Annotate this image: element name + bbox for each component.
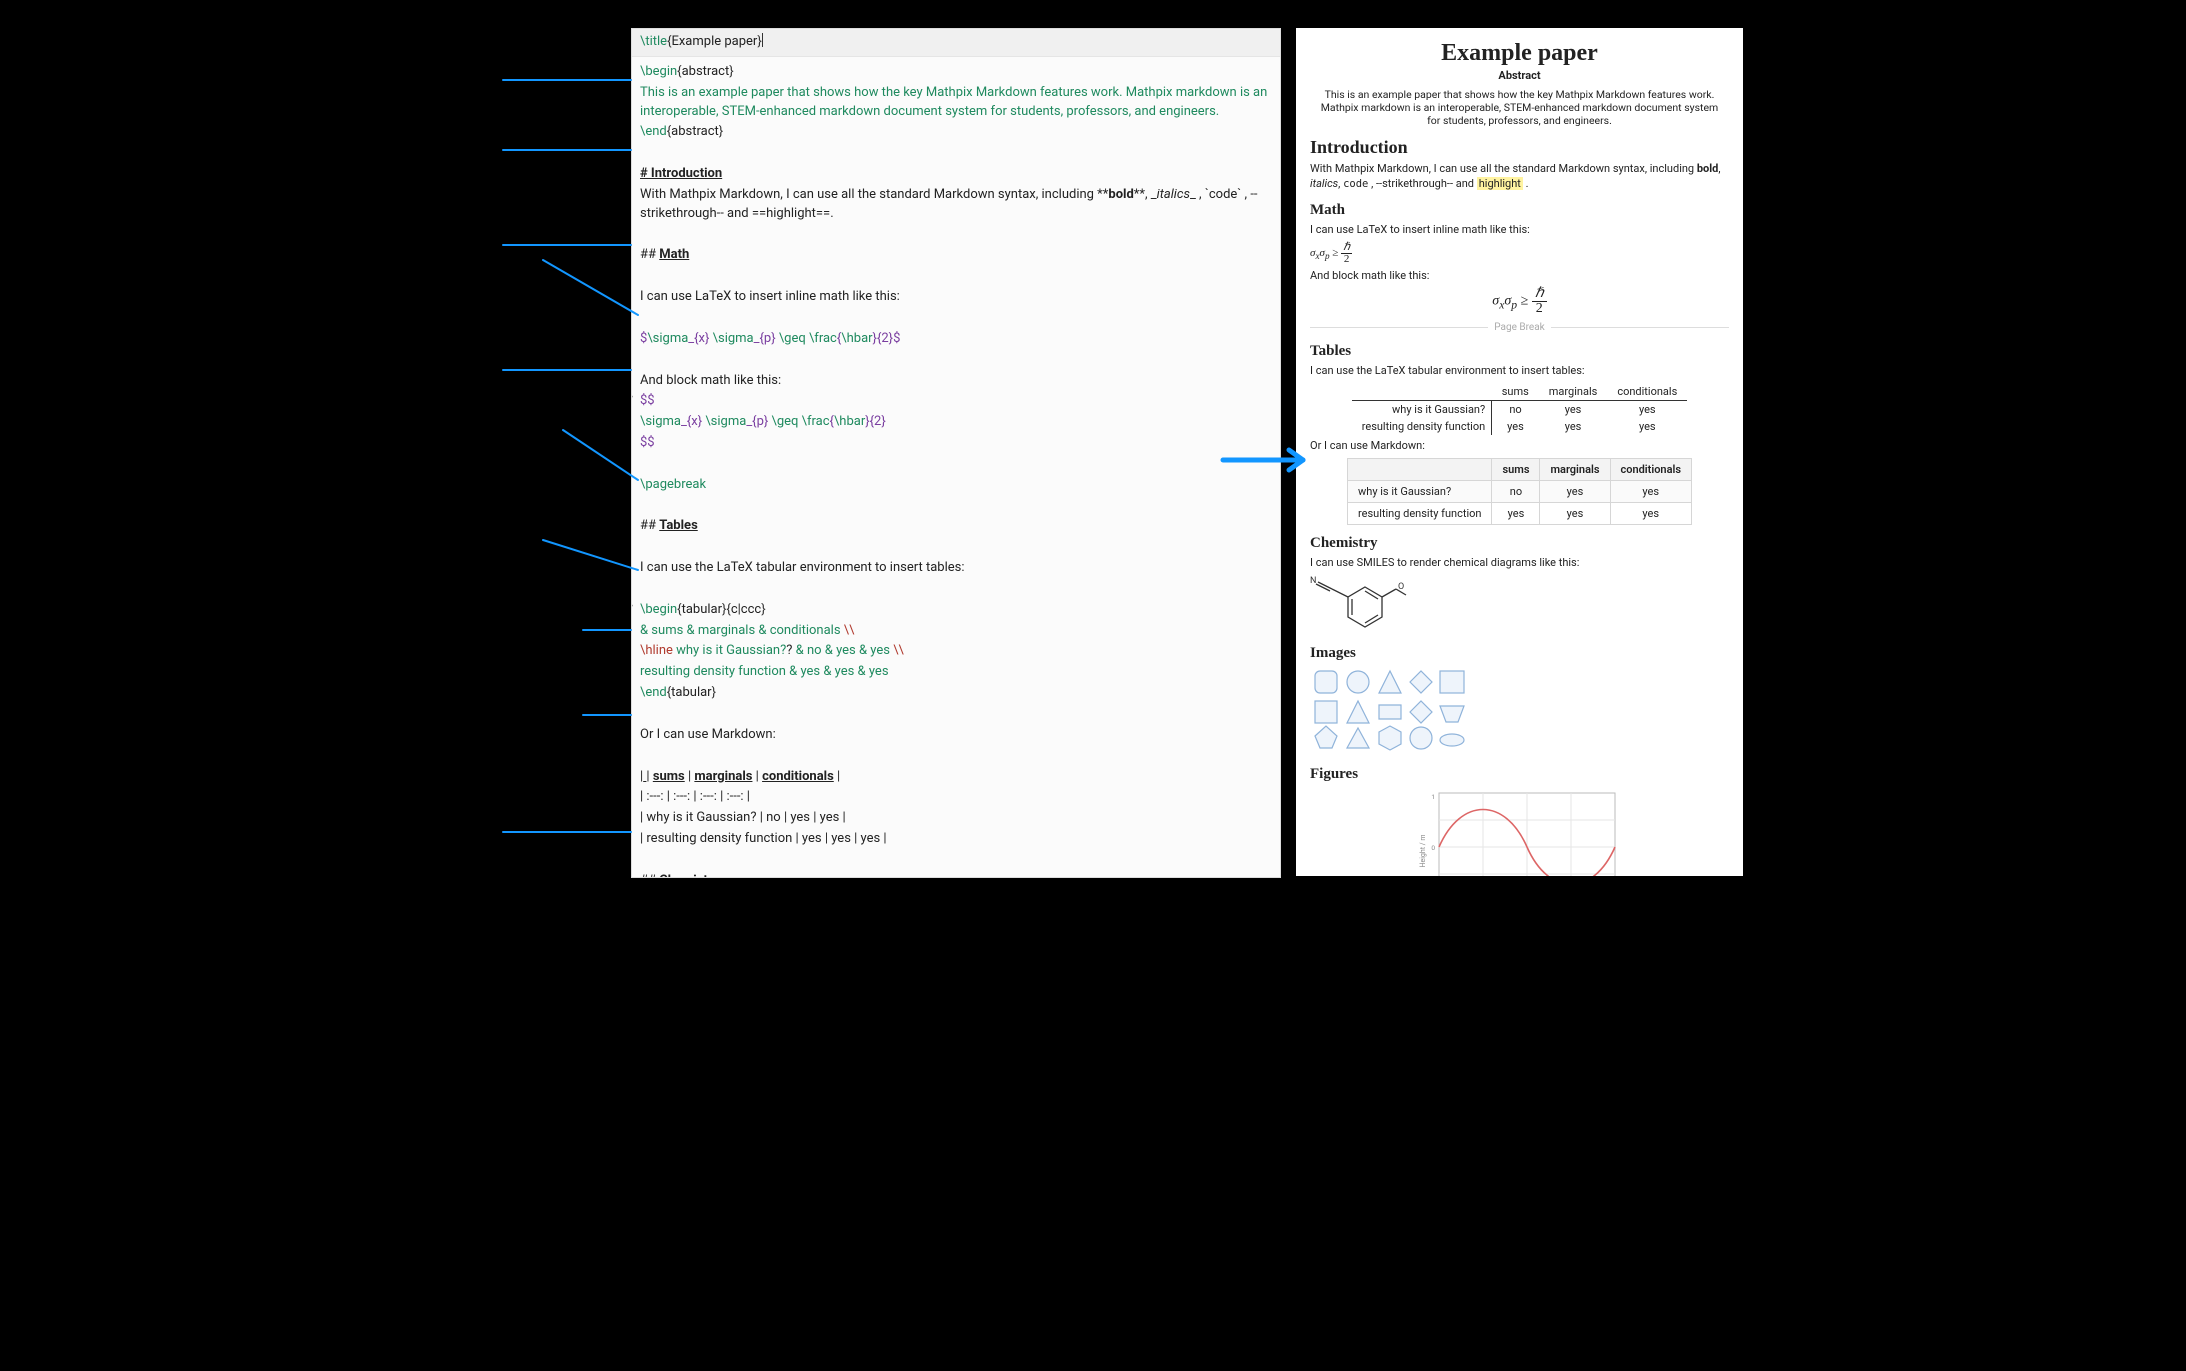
tabular-begin: \begin{tabular}{c|ccc}: [640, 601, 1272, 620]
cursor-caret: [762, 34, 763, 49]
source-code[interactable]: \title{Example paper} \begin{abstract} T…: [632, 29, 1280, 878]
preview-panel[interactable]: Example paper Abstract This is an exampl…: [1296, 28, 1743, 876]
images-diagram: [1310, 666, 1520, 756]
preview-inline-eq: σxσp ≥ ℏ2: [1310, 242, 1729, 265]
source-panel[interactable]: \title{Example paper} \begin{abstract} T…: [631, 28, 1281, 878]
svg-text:0: 0: [1431, 844, 1435, 852]
preview-md-table: sumsmarginalsconditionals why is it Gaus…: [1347, 458, 1692, 525]
preview-h-chem: Chemistry: [1310, 535, 1729, 552]
heading-chemistry: Chemistry: [659, 873, 719, 878]
preview-block-eq: σxσp ≥ ℏ2: [1310, 287, 1729, 316]
svg-text:N: N: [1310, 576, 1316, 586]
source-title-line[interactable]: \title{Example paper}: [632, 29, 1280, 57]
preview-latex-table: sumsmarginalsconditionals why is it Gaus…: [1352, 383, 1688, 435]
heading-tables: Tables: [659, 518, 698, 533]
inline-math: $\sigma_{x} \sigma_{p} \geq \frac{\hbar}…: [640, 330, 1272, 349]
preview-abstract-text: This is an example paper that shows how …: [1316, 88, 1723, 127]
block-math-open: $$: [640, 392, 1272, 411]
block-math-body: \sigma_{x} \sigma_{p} \geq \frac{\hbar}{…: [640, 413, 1272, 432]
preview-body: Example paper Abstract This is an exampl…: [1296, 28, 1743, 876]
intro-paragraph: With Mathpix Markdown, I can use all the…: [640, 186, 1272, 224]
preview-h-tables: Tables: [1310, 343, 1729, 360]
svg-text:Height / m: Height / m: [1419, 834, 1427, 867]
heading-math: Math: [659, 247, 689, 262]
latex-cmd: \title: [640, 34, 667, 49]
preview-h-intro: Introduction: [1310, 137, 1729, 158]
figure-plot: Time / s Height / m 0481216 -101: [1415, 787, 1625, 876]
preview-h-images: Images: [1310, 645, 1729, 662]
pagebreak-cmd: \pagebreak: [640, 477, 706, 492]
svg-text:1: 1: [1431, 793, 1435, 801]
abstract-text: This is an example paper that shows how …: [640, 84, 1272, 122]
preview-intro: With Mathpix Markdown, I can use all the…: [1310, 162, 1729, 192]
preview-title: Example paper: [1310, 40, 1729, 67]
preview-abstract-head: Abstract: [1310, 69, 1729, 82]
preview-h-figures: Figures: [1310, 766, 1729, 783]
heading-introduction: # Introduction: [640, 165, 1272, 184]
stage: \title{Example paper} \begin{abstract} T…: [393, 0, 1793, 878]
chem-diagram: O N: [1310, 575, 1420, 635]
preview-h-math: Math: [1310, 202, 1729, 219]
preview-pagebreak: Page Break: [1310, 322, 1729, 333]
